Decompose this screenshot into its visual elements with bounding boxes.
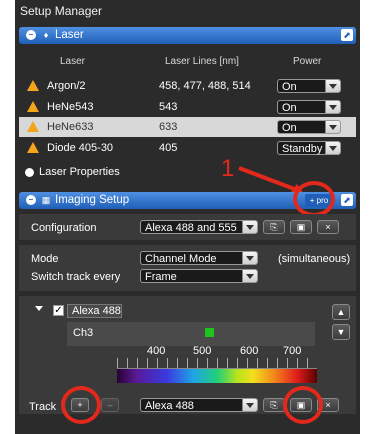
power-select[interactable]: On	[277, 120, 341, 134]
annotation-circle	[283, 386, 323, 424]
chevron-down-icon[interactable]	[325, 101, 340, 113]
laser-name: Argon/2	[47, 80, 86, 92]
configuration-label: Configuration	[31, 222, 97, 234]
chevron-down-icon[interactable]	[325, 121, 340, 133]
chevron-down-icon[interactable]	[242, 252, 257, 264]
collapse-triangle-icon[interactable]	[35, 306, 43, 311]
wavelength-tick-label: 600	[240, 345, 259, 357]
chevron-down-icon[interactable]	[242, 399, 257, 411]
laser-row[interactable]: Diode 405-30 405 Standby	[19, 138, 356, 158]
configuration-select[interactable]: Alexa 488 and 555	[140, 220, 258, 234]
laser-name: Diode 405-30	[47, 142, 114, 154]
switch-track-select[interactable]: Frame	[140, 269, 258, 283]
laser-name: HeNe543	[47, 101, 94, 113]
laser-properties-toggle[interactable]: Laser Properties	[39, 166, 120, 178]
laser-lines: 458, 477, 488, 514	[159, 80, 251, 92]
detector-icon	[205, 328, 214, 337]
laser-panel-header[interactable]: – ♦ Laser ⬈	[19, 27, 356, 44]
imaging-setup-title: Imaging Setup	[55, 194, 130, 206]
spectrum-bar	[117, 369, 317, 383]
warning-icon	[27, 80, 39, 91]
annotation-circle	[293, 181, 335, 217]
track-select[interactable]: Alexa 488	[140, 398, 258, 412]
move-up-icon[interactable]: ▲	[332, 304, 350, 320]
laser-name: HeNe633	[47, 121, 94, 133]
channel-row[interactable]	[67, 322, 315, 346]
warning-icon	[27, 101, 39, 112]
collapse-icon[interactable]: –	[26, 30, 36, 40]
wavelength-tick-label: 400	[147, 345, 166, 357]
wavelength-tick-label: 700	[283, 345, 302, 357]
open-track-button[interactable]: ⎘	[263, 398, 285, 412]
power-select[interactable]: On	[277, 100, 341, 114]
laser-row[interactable]: HeNe543 543 On	[19, 97, 356, 117]
channel-name: Ch3	[73, 327, 94, 339]
column-header-laser: Laser	[60, 56, 86, 67]
chevron-down-icon[interactable]	[325, 80, 340, 92]
power-select-value: On	[282, 122, 297, 134]
remove-track-button[interactable]: –	[101, 398, 119, 412]
save-config-button[interactable]: ▣	[290, 220, 312, 234]
power-select-value: On	[282, 81, 297, 93]
annotation-step-number: 1	[221, 155, 235, 182]
power-select[interactable]: Standby	[277, 141, 341, 155]
laser-row-selected[interactable]: HeNe633 633 On	[19, 117, 356, 137]
window-title: Setup Manager	[20, 4, 103, 18]
wavelength-ruler	[117, 358, 317, 369]
column-header-power: Power	[293, 56, 322, 67]
expand-icon[interactable]	[25, 168, 34, 177]
mode-select[interactable]: Channel Mode	[140, 251, 258, 265]
laser-lines: 543	[159, 101, 178, 113]
power-select-value: On	[282, 102, 297, 114]
collapse-icon[interactable]: –	[26, 195, 36, 205]
configuration-value: Alexa 488 and 555	[145, 222, 237, 234]
mode-value: Channel Mode	[145, 253, 217, 265]
track-name[interactable]: Alexa 488	[67, 304, 122, 318]
grid-icon: ▦	[41, 195, 51, 205]
open-config-button[interactable]: ⎘	[263, 220, 285, 234]
mode-label: Mode	[31, 253, 59, 265]
laser-lines: 405	[159, 142, 178, 154]
undock-icon[interactable]: ⬈	[341, 194, 353, 206]
laser-panel-title: Laser	[55, 29, 84, 41]
track-label: Track	[29, 401, 57, 413]
delete-config-button[interactable]: ×	[317, 220, 339, 234]
switch-track-label: Switch track every	[31, 271, 121, 283]
wavelength-tick-label: 500	[193, 345, 212, 357]
laser-lines: 633	[159, 121, 178, 133]
column-header-laser-lines: Laser Lines [nm]	[165, 56, 239, 67]
laser-row[interactable]: Argon/2 458, 477, 488, 514 On	[19, 76, 356, 96]
undock-icon[interactable]: ⬈	[341, 29, 353, 41]
mode-note: (simultaneous)	[278, 253, 351, 265]
track-checkbox[interactable]: ✓	[53, 305, 64, 316]
chevron-down-icon[interactable]	[242, 221, 257, 233]
warning-icon	[27, 121, 39, 132]
track-select-value: Alexa 488	[145, 400, 194, 412]
annotation-circle	[61, 386, 101, 424]
pin-icon[interactable]: ♦	[41, 30, 51, 40]
chevron-down-icon[interactable]	[325, 142, 340, 154]
move-down-icon[interactable]: ▼	[332, 324, 350, 340]
setup-manager-window: Setup Manager – ♦ Laser ⬈ Laser Laser Li…	[15, 0, 360, 434]
chevron-down-icon[interactable]	[242, 270, 257, 282]
power-select[interactable]: On	[277, 79, 341, 93]
warning-icon	[27, 142, 39, 153]
power-select-value: Standby	[282, 143, 323, 155]
switch-track-value: Frame	[145, 271, 177, 283]
